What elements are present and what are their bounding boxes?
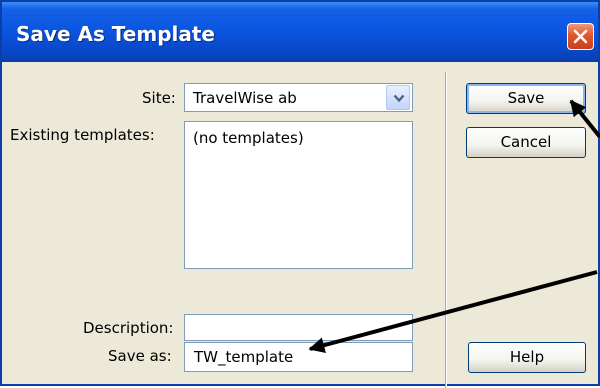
description-field[interactable] <box>184 314 413 341</box>
description-label: Description: <box>83 319 174 337</box>
save-button[interactable]: Save <box>466 83 586 114</box>
save-as-field-value: TW_template <box>194 348 294 366</box>
dialog-title: Save As Template <box>16 22 215 46</box>
cancel-button[interactable]: Cancel <box>466 127 586 158</box>
site-label: Site: <box>142 89 176 107</box>
list-item[interactable]: (no templates) <box>193 129 304 147</box>
save-as-field[interactable]: TW_template <box>184 342 413 372</box>
save-as-label: Save as: <box>108 347 172 365</box>
site-select[interactable]: TravelWise ab <box>184 83 413 112</box>
close-button[interactable] <box>567 23 594 50</box>
existing-templates-label: Existing templates: <box>10 126 155 144</box>
site-dropdown-button[interactable] <box>386 85 410 110</box>
title-bar[interactable]: Save As Template <box>2 2 598 62</box>
separator-highlight <box>446 72 447 388</box>
close-icon <box>573 29 588 44</box>
help-button[interactable]: Help <box>468 342 586 373</box>
existing-templates-list[interactable]: (no templates) <box>184 121 413 269</box>
chevron-down-icon <box>393 94 405 103</box>
save-as-template-dialog: Save As Template Site: TravelWise ab Exi… <box>0 0 600 388</box>
site-select-value: TravelWise ab <box>193 89 297 107</box>
